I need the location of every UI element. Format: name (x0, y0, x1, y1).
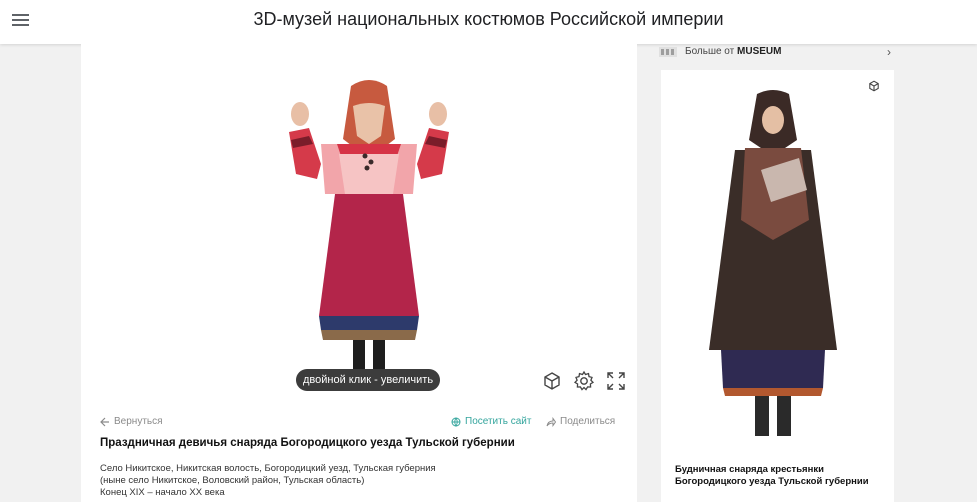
more-from-museum-link[interactable]: Больше от MUSEUM › (659, 44, 895, 61)
settings-gear-icon[interactable] (573, 370, 595, 392)
exhibit-title: Праздничная девичья снаряда Богородицког… (100, 437, 515, 449)
zoom-hint-tooltip: двойной клик - увеличить (296, 369, 441, 391)
museum-name: MUSEUM (737, 46, 782, 57)
related-exhibit-card[interactable]: Будничная снаряда крестьянки Богородицко… (661, 70, 894, 502)
costume-model-image (289, 80, 449, 370)
3d-cube-icon[interactable] (541, 370, 563, 392)
3d-model-viewer[interactable]: двойной клик - увеличить (81, 44, 637, 404)
fullscreen-icon[interactable] (605, 370, 627, 392)
exhibit-period: Конец XIX – начало XX века (100, 487, 225, 498)
back-arrow-icon (100, 417, 109, 426)
chevron-right-icon: › (887, 45, 891, 59)
main-exhibit-card: двойной клик - увеличить Вернуться Посет… (81, 44, 637, 502)
page-title: 3D-музей национальных костюмов Российско… (253, 9, 724, 29)
exhibit-current-location: (ныне село Никитское, Воловский район, Т… (100, 475, 365, 486)
back-button[interactable]: Вернуться (100, 416, 163, 427)
share-icon (546, 416, 556, 427)
visit-site-label: Посетить сайт (465, 416, 532, 427)
back-label: Вернуться (114, 416, 163, 427)
share-button[interactable]: Поделиться (546, 416, 615, 427)
viewer-toolbar (541, 370, 627, 394)
exhibit-location: Село Никитское, Никитская волость, Богор… (100, 463, 436, 474)
globe-icon (451, 417, 461, 427)
museum-logo-icon (659, 47, 677, 57)
exhibit-actions: Вернуться Посетить сайт Поделиться (100, 416, 618, 430)
related-costume-image (709, 90, 837, 436)
exhibit-description: Село Никитское, Никитская волость, Богор… (100, 463, 620, 499)
top-app-bar: 3D-музей национальных костюмов Российско… (0, 0, 977, 44)
share-label: Поделиться (560, 416, 616, 427)
visit-site-link[interactable]: Посетить сайт (451, 416, 531, 427)
more-from-label: Больше от MUSEUM (685, 46, 782, 57)
related-exhibit-title: Будничная снаряда крестьянки Богородицко… (675, 464, 869, 487)
